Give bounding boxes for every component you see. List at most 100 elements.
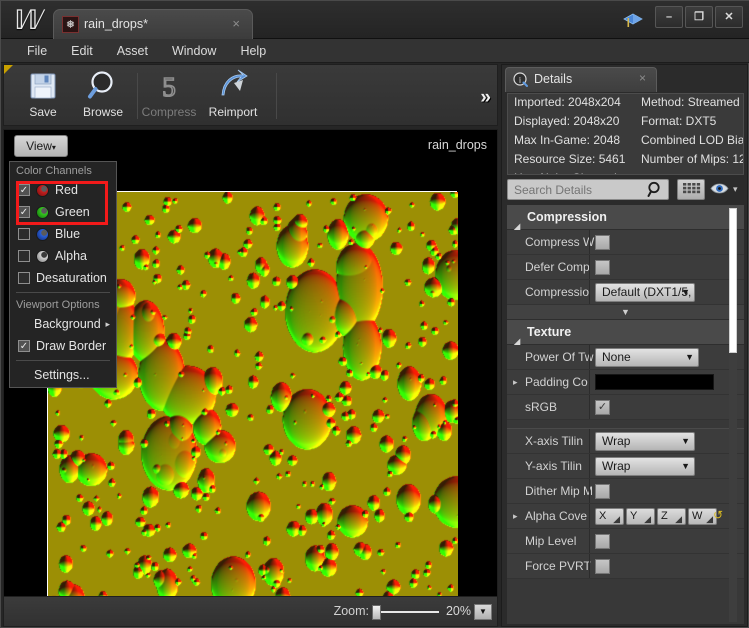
combo-compression-settings[interactable]: Default (DXT1/5, I ▼ [595,283,695,302]
view-menu-button[interactable]: View▾ [14,135,68,157]
window-close-button[interactable]: ✕ [715,6,743,28]
details-tab[interactable]: i Details × [505,67,657,92]
menu-item-alpha-channel[interactable]: Alpha [10,245,116,267]
info-resource-size: Resource Size: 5461 [514,152,626,166]
section-header-compression[interactable]: ◢ Compression [507,205,744,231]
combo-x-axis-tiling[interactable]: Wrap ▼ [595,432,695,451]
red-channel-icon [36,183,49,197]
property-row-compress-without-alpha: Compress W [507,230,744,255]
slider-icon: ◢ [613,514,620,524]
texture-editor-window: 𝕎 ❅ rain_drops* × – ❐ ✕ File Edit Asset … [0,0,749,628]
checkbox-draw-border[interactable]: ✓ [18,340,30,352]
chevron-down-icon: ▼ [681,461,690,471]
reimport-button[interactable]: Reimport [202,69,264,125]
info-displayed: Displayed: 2048x20 [514,114,620,128]
chevron-down-icon[interactable]: ▾ [733,184,738,195]
menu-item-draw-border[interactable]: ✓ Draw Border [10,335,116,357]
checkbox-blue[interactable] [18,228,30,240]
axis-field-z[interactable]: Z ◢ [657,508,686,525]
property-label: X-axis Tilin [525,434,584,448]
chevron-right-icon[interactable]: ▸ [513,511,518,522]
zoom-slider-handle[interactable] [372,605,381,620]
menu-item-red-channel[interactable]: ✓ Red [10,179,116,201]
column-divider [589,370,590,394]
menu-item-desaturation[interactable]: Desaturation [10,267,116,289]
checkbox-srgb[interactable]: ✓ [595,400,610,415]
slider-icon: ◢ [644,514,651,524]
chevron-down-icon: ▼ [685,352,694,362]
combo-y-axis-tiling[interactable]: Wrap ▼ [595,457,695,476]
menu-file[interactable]: File [15,41,59,61]
menu-item-background[interactable]: Background ▸ [10,313,116,335]
settings-label: Settings... [34,368,90,382]
column-divider [589,454,590,478]
checkbox-alpha[interactable] [18,250,30,262]
zoom-slider-track[interactable] [374,611,439,613]
floppy-disk-icon [12,69,74,103]
menu-help[interactable]: Help [228,41,278,61]
axis-field-y[interactable]: Y ◢ [626,508,655,525]
texture-info-box: Imported: 2048x204 Method: Streamed Disp… [507,93,744,175]
property-label: Power Of Tw [525,350,594,364]
property-row-compression-settings: Compressio Default (DXT1/5, I ▼ [507,280,744,305]
chevron-right-icon: ▸ [105,318,110,329]
browse-button[interactable]: Browse [72,69,134,125]
axis-field-x[interactable]: X ◢ [595,508,624,525]
chevron-right-icon[interactable]: ▸ [513,377,518,388]
eye-visibility-icon[interactable] [710,181,729,201]
red-channel-label: Red [55,183,78,197]
color-channels-header: Color Channels [16,165,92,177]
zoom-value-label: 20% [445,604,471,618]
close-icon[interactable]: × [639,71,646,85]
column-divider [589,554,590,578]
property-row-alpha-coverage: ▸ Alpha Cove X ◢ Y ◢ Z ◢ W ◢ ↺ [507,504,744,529]
reset-to-default-icon[interactable]: ↺ [713,508,723,522]
save-button[interactable]: Save [12,69,74,125]
checkbox-force-pvrtc[interactable] [595,559,610,574]
search-input[interactable] [507,179,669,200]
checkbox-mip-level[interactable] [595,534,610,549]
column-divider [589,230,590,254]
checkbox-desaturation[interactable] [18,272,30,284]
column-divider [589,345,590,369]
section-gap [507,420,744,429]
compression-section-label: Compression [527,210,607,224]
checkbox-red[interactable]: ✓ [18,184,30,196]
axis-label: W [692,510,703,522]
property-row-srgb: sRGB ✓ [507,395,744,420]
property-row-y-axis-tiling: Y-axis Tilin Wrap ▼ [507,454,744,479]
menu-item-green-channel[interactable]: ✓ Green [10,201,116,223]
chevron-down-icon: ▾ [51,143,56,152]
combo-power-of-two-mode[interactable]: None ▼ [595,348,699,367]
info-row: Displayed: 2048x20 Format: DXT5 [508,113,743,132]
info-format: Format: DXT5 [641,114,717,128]
maximize-button[interactable]: ❐ [685,6,713,28]
details-scrollbar-thumb[interactable] [729,208,737,353]
checkbox-green[interactable]: ✓ [18,206,30,218]
menu-item-settings[interactable]: Settings... [10,364,116,386]
checkbox-defer-compression[interactable] [595,260,610,275]
zoom-dropdown-button[interactable]: ▼ [474,604,492,620]
checkbox-dither-mip-maps[interactable] [595,484,610,499]
toolbar-expand-button[interactable]: » [480,87,491,109]
grid-view-icon[interactable] [677,179,705,200]
menu-window[interactable]: Window [160,41,228,61]
slider-icon: ◢ [706,514,713,524]
property-row-x-axis-tiling: X-axis Tilin Wrap ▼ [507,429,744,454]
menu-item-blue-channel[interactable]: Blue [10,223,116,245]
section-collapse-strip[interactable]: ▼ [507,305,744,320]
details-info-icon: i [513,72,529,88]
close-icon[interactable]: × [232,15,240,33]
checkbox-compress-without-alpha[interactable] [595,235,610,250]
property-label: Force PVRT [525,559,591,573]
compress-button[interactable]: 5 Compress [141,69,197,125]
section-header-texture[interactable]: ◢ Texture [507,320,744,346]
color-swatch-padding-color[interactable] [595,374,714,390]
minimize-button[interactable]: – [655,6,683,28]
property-label: Y-axis Tilin [525,459,582,473]
slider-icon: ◢ [675,514,682,524]
asset-tab-rain-drops[interactable]: ❅ rain_drops* × [53,9,253,39]
menu-edit[interactable]: Edit [59,41,105,61]
menu-asset[interactable]: Asset [105,41,160,61]
property-row-mip-level: Mip Level [507,529,744,554]
